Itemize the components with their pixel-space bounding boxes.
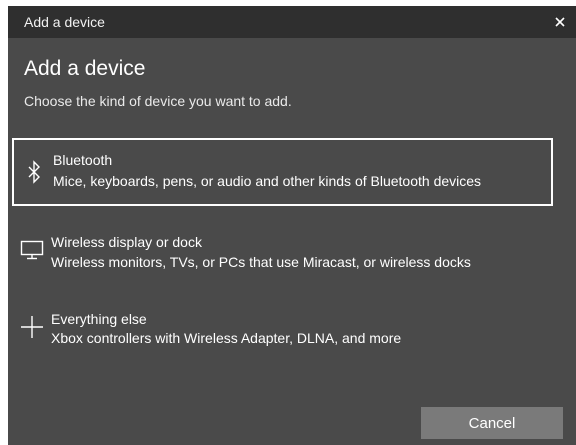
option-everything-else-description: Xbox controllers with Wireless Adapter, …: [51, 330, 402, 346]
option-everything-else[interactable]: Everything else Xbox controllers with Wi…: [12, 304, 553, 354]
option-bluetooth-description: Mice, keyboards, pens, or audio and othe…: [53, 173, 482, 189]
close-button[interactable]: [550, 12, 570, 32]
page-subtitle: Choose the kind of device you want to ad…: [24, 93, 292, 109]
option-wireless-display-title: Wireless display or dock: [51, 234, 202, 250]
plus-icon: [21, 316, 43, 338]
close-icon: [555, 17, 565, 27]
option-wireless-display-description: Wireless monitors, TVs, or PCs that use …: [51, 254, 471, 270]
bluetooth-icon: [28, 160, 40, 184]
window-title: Add a device: [24, 14, 105, 30]
page-title: Add a device: [24, 57, 146, 80]
title-bar: Add a device: [8, 6, 576, 38]
monitor-icon: [20, 240, 44, 260]
add-device-dialog: Add a device Add a device Choose the kin…: [8, 6, 576, 445]
option-wireless-display[interactable]: Wireless display or dock Wireless monito…: [12, 228, 553, 278]
option-bluetooth-title: Bluetooth: [53, 152, 113, 168]
cancel-button[interactable]: Cancel: [421, 407, 563, 439]
option-everything-else-title: Everything else: [51, 311, 147, 327]
option-bluetooth[interactable]: Bluetooth Mice, keyboards, pens, or audi…: [12, 138, 553, 206]
